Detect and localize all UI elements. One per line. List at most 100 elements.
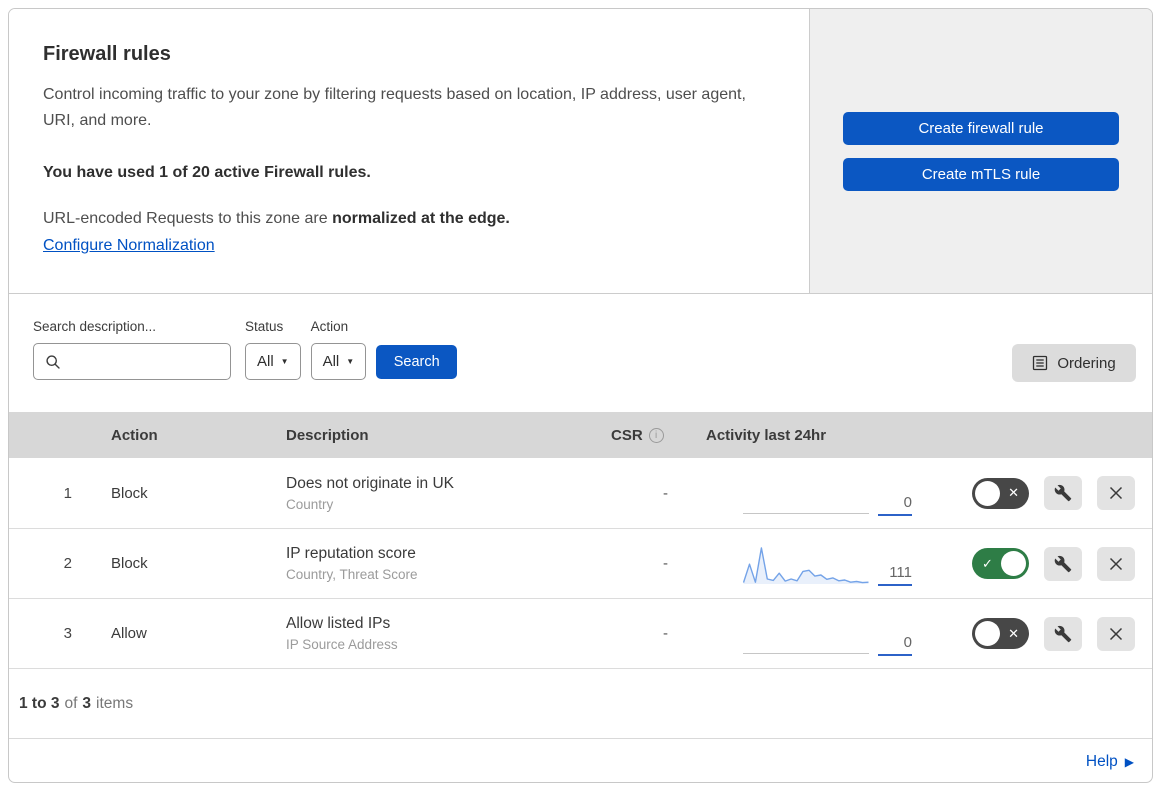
activity-count-link[interactable]: 0: [878, 634, 912, 656]
chevron-down-icon: ▼: [280, 356, 289, 366]
rule-title: IP reputation score: [286, 545, 416, 562]
search-group: Search description...: [33, 319, 231, 380]
wrench-icon: [1054, 625, 1072, 643]
close-icon: [1108, 485, 1124, 501]
filter-bar: Search description... Status All ▼ Actio…: [9, 294, 1152, 412]
search-input[interactable]: [69, 353, 230, 370]
status-select[interactable]: All ▼: [245, 343, 301, 380]
rule-fields: Country: [286, 496, 334, 512]
rule-activity-cell: 0: [699, 458, 964, 528]
normalization-note: URL-encoded Requests to this zone are no…: [43, 210, 775, 228]
configure-normalization-link[interactable]: Configure Normalization: [43, 237, 215, 255]
rule-action: Block: [111, 555, 148, 572]
create-firewall-rule-button[interactable]: Create firewall rule: [843, 111, 1119, 145]
search-label: Search description...: [33, 319, 157, 334]
header-description: Description: [286, 426, 369, 444]
rule-description-cell: Allow listed IPs IP Source Address: [286, 615, 599, 652]
search-icon: [45, 354, 61, 370]
rule-priority: 1: [63, 484, 72, 502]
table-header: Action Description CSR i Activity last 2…: [9, 412, 1152, 458]
header-csr: CSR i: [599, 427, 699, 444]
status-filter-group: Status All ▼: [245, 319, 301, 380]
help-label: Help: [1085, 752, 1118, 770]
rule-title: Does not originate in UK: [286, 474, 455, 492]
ordering-button-label: Ordering: [1057, 354, 1116, 372]
arrow-right-icon: ▶: [1124, 754, 1134, 769]
toggle-off-icon: ✕: [1008, 625, 1019, 641]
action-filter-group: Action All ▼: [310, 319, 367, 380]
action-value: All: [322, 353, 340, 370]
page-description: Control incoming traffic to your zone by…: [43, 86, 746, 130]
activity-count-link[interactable]: 111: [878, 564, 912, 586]
create-mtls-rule-button[interactable]: Create mTLS rule: [843, 157, 1119, 191]
toggle-knob: [975, 621, 1000, 646]
intro-text-panel: Firewall rules Control incoming traffic …: [9, 9, 809, 293]
normalization-bold: normalized at the edge.: [332, 209, 510, 227]
rule-csr: -: [663, 484, 668, 502]
edit-rule-button[interactable]: [1044, 476, 1082, 510]
header-csr-label: CSR: [611, 426, 643, 444]
rule-enabled-toggle[interactable]: ✓: [972, 548, 1029, 579]
ordering-button[interactable]: Ordering: [1012, 344, 1136, 382]
firewall-rules-card: Firewall rules Control incoming traffic …: [8, 8, 1153, 783]
rule-controls: ✕: [964, 616, 1152, 651]
rule-controls: ✓: [964, 546, 1152, 581]
rule-activity-cell: 0: [699, 599, 964, 668]
toggle-on-icon: ✓: [982, 555, 993, 571]
activity-sparkline: [742, 544, 869, 586]
items-word: items: [96, 694, 134, 712]
header-activity: Activity last 24hr: [706, 426, 827, 444]
toggle-knob: [975, 480, 1000, 506]
table-row: 2 Block IP reputation score Country, Thr…: [9, 528, 1152, 598]
activity-count-link[interactable]: 0: [878, 494, 912, 516]
rule-csr: -: [663, 625, 668, 642]
actions-panel: Create firewall rule Create mTLS rule: [809, 9, 1152, 293]
usage-summary: You have used 1 of 20 active Firewall ru…: [43, 163, 371, 181]
help-bar: Help ▶: [9, 738, 1152, 782]
info-icon[interactable]: i: [648, 427, 664, 443]
activity-sparkline-flat: [743, 474, 869, 516]
toggle-knob: [1001, 551, 1026, 576]
page-title: Firewall rules: [43, 43, 171, 65]
rule-title: Allow listed IPs: [286, 615, 391, 632]
items-range: 1 to 3: [19, 694, 60, 712]
rule-activity-cell: 111: [699, 529, 964, 598]
action-label: Action: [310, 319, 349, 334]
wrench-icon: [1054, 555, 1072, 573]
rule-enabled-toggle[interactable]: ✕: [972, 477, 1029, 509]
delete-rule-button[interactable]: [1097, 616, 1135, 651]
delete-rule-button[interactable]: [1097, 476, 1135, 510]
chevron-down-icon: ▼: [346, 356, 355, 366]
items-total: 3: [82, 694, 92, 712]
edit-rule-button[interactable]: [1044, 546, 1082, 581]
action-select[interactable]: All ▼: [310, 343, 367, 380]
rule-priority: 2: [63, 555, 72, 572]
table-row: 1 Block Does not originate in UK Country…: [9, 458, 1152, 528]
rule-controls: ✕: [964, 476, 1152, 510]
table-row: 3 Allow Allow listed IPs IP Source Addre…: [9, 598, 1152, 668]
rule-csr: -: [663, 555, 668, 572]
wrench-icon: [1054, 484, 1072, 502]
list-document-icon: [1032, 355, 1048, 371]
delete-rule-button[interactable]: [1097, 546, 1135, 581]
close-icon: [1108, 556, 1124, 572]
search-button[interactable]: Search: [376, 345, 458, 379]
rule-action: Block: [111, 484, 148, 502]
pagination-summary: 1 to 3 of 3 items: [9, 668, 1152, 738]
header-action: Action: [111, 426, 158, 444]
intro-section: Firewall rules Control incoming traffic …: [9, 9, 1152, 294]
status-value: All: [257, 353, 274, 370]
rule-description-cell: Does not originate in UK Country: [286, 475, 599, 512]
rule-fields: Country, Threat Score: [286, 567, 418, 582]
rule-priority: 3: [63, 625, 72, 642]
rule-enabled-toggle[interactable]: ✕: [972, 618, 1029, 649]
activity-sparkline-flat: [743, 614, 869, 656]
edit-rule-button[interactable]: [1044, 616, 1082, 651]
toggle-off-icon: ✕: [1008, 485, 1019, 500]
normalization-prefix: URL-encoded Requests to this zone are: [43, 209, 333, 227]
search-input-box[interactable]: [33, 343, 231, 380]
items-of: of: [64, 694, 78, 712]
rule-description-cell: IP reputation score Country, Threat Scor…: [286, 545, 599, 582]
help-link[interactable]: Help ▶: [1086, 753, 1134, 771]
rule-action: Allow: [111, 625, 147, 642]
